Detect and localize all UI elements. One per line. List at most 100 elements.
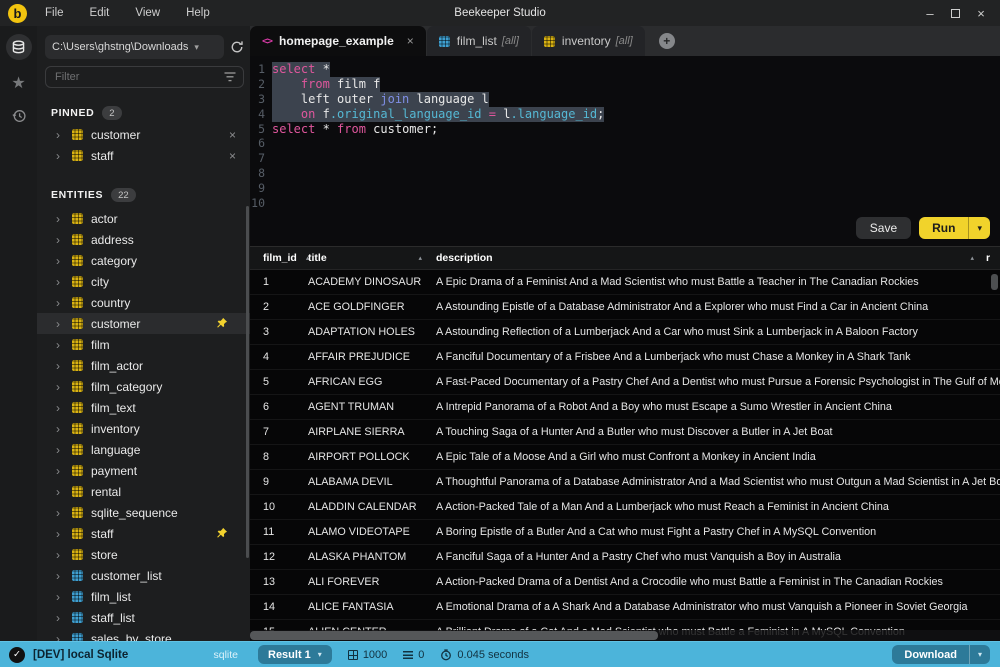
maximize-icon[interactable] [951, 9, 960, 18]
code-line[interactable]: 10 [250, 196, 1000, 211]
table-row[interactable]: 3 ADAPTATION HOLES A Astounding Reflecti… [250, 320, 1000, 345]
chevron-right-icon[interactable]: › [56, 129, 64, 141]
sidebar-entity-item[interactable]: › language [37, 439, 250, 460]
history-icon[interactable] [11, 108, 27, 124]
sidebar-entity-item[interactable]: › category [37, 250, 250, 271]
table-row[interactable]: 12 ALASKA PHANTOM A Fanciful Saga of a H… [250, 545, 1000, 570]
code-line[interactable]: 1select * [250, 62, 1000, 77]
pinned-item[interactable]: › customer × [37, 124, 250, 145]
chevron-right-icon[interactable]: › [56, 150, 64, 162]
close-tab-icon[interactable]: × [407, 34, 414, 48]
menu-item[interactable]: Edit [90, 7, 110, 19]
code-line[interactable]: 5select * from customer; [250, 122, 1000, 137]
vertical-scrollbar[interactable] [991, 274, 998, 290]
result-selector-button[interactable]: Result 1 ▾ [258, 645, 332, 664]
chevron-right-icon[interactable]: › [56, 465, 64, 477]
table-row[interactable]: 7 AIRPLANE SIERRA A Touching Saga of a H… [250, 420, 1000, 445]
run-label[interactable]: Run [919, 217, 968, 239]
menu-item[interactable]: File [45, 7, 64, 19]
chevron-right-icon[interactable]: › [56, 297, 64, 309]
sidebar-entity-item[interactable]: › film_category [37, 376, 250, 397]
sidebar-entity-item[interactable]: › film [37, 334, 250, 355]
column-header-film-id[interactable]: film_id ▴ [250, 252, 308, 264]
table-row[interactable]: 5 AFRICAN EGG A Fast-Paced Documentary o… [250, 370, 1000, 395]
chevron-right-icon[interactable]: › [56, 507, 64, 519]
download-button[interactable]: Download ▾ [892, 645, 990, 664]
table-row[interactable]: 2 ACE GOLDFINGER A Astounding Epistle of… [250, 295, 1000, 320]
sidebar-entity-item[interactable]: › customer [37, 313, 250, 334]
code-line[interactable]: 8 [250, 166, 1000, 181]
table-row[interactable]: 14 ALICE FANTASIA A Emotional Drama of a… [250, 595, 1000, 620]
menu-item[interactable]: Help [186, 7, 210, 19]
code-line[interactable]: 6 [250, 136, 1000, 151]
sidebar-entity-item[interactable]: › sqlite_sequence [37, 502, 250, 523]
column-header-partial[interactable]: r [986, 252, 1000, 264]
sidebar-entity-item[interactable]: › city [37, 271, 250, 292]
chevron-right-icon[interactable]: › [56, 528, 64, 540]
column-header-description[interactable]: description ▴ [436, 252, 986, 264]
code-line[interactable]: 3 left outer join language l [250, 92, 1000, 107]
table-row[interactable]: 9 ALABAMA DEVIL A Thoughtful Panorama of… [250, 470, 1000, 495]
chevron-right-icon[interactable]: › [56, 402, 64, 414]
table-row[interactable]: 10 ALADDIN CALENDAR A Action-Packed Tale… [250, 495, 1000, 520]
sidebar-entity-item[interactable]: › rental [37, 481, 250, 502]
sidebar-entity-item[interactable]: › inventory [37, 418, 250, 439]
chevron-right-icon[interactable]: › [56, 423, 64, 435]
chevron-right-icon[interactable]: › [56, 486, 64, 498]
sidebar-entity-item[interactable]: › actor [37, 208, 250, 229]
chevron-right-icon[interactable]: › [56, 318, 64, 330]
code-area[interactable]: 1select *2 from film f3 left outer join … [250, 62, 1000, 211]
chevron-right-icon[interactable]: › [56, 213, 64, 225]
run-button[interactable]: Run ▾ [919, 217, 990, 239]
sidebar-entity-item[interactable]: › staff [37, 523, 250, 544]
sidebar-entity-item[interactable]: › country [37, 292, 250, 313]
chevron-right-icon[interactable]: › [56, 612, 64, 624]
sidebar-entity-item[interactable]: › store [37, 544, 250, 565]
column-header-title[interactable]: title ▴ [308, 252, 436, 264]
tab-homepage-example[interactable]: <> homepage_example × [250, 26, 426, 56]
code-line[interactable]: 2 from film f [250, 77, 1000, 92]
tab-film-list[interactable]: film_list [all] [427, 26, 531, 56]
sidebar-entity-item[interactable]: › sales_by_store [37, 628, 250, 641]
sidebar-entity-item[interactable]: › film_list [37, 586, 250, 607]
favorites-star-icon[interactable]: ★ [11, 76, 25, 92]
chevron-right-icon[interactable]: › [56, 570, 64, 582]
unpin-close-icon[interactable]: × [229, 128, 236, 142]
refresh-icon[interactable] [230, 40, 244, 54]
close-window-icon[interactable]: × [974, 6, 988, 21]
table-row[interactable]: 11 ALAMO VIDEOTAPE A Boring Epistle of a… [250, 520, 1000, 545]
sidebar-scrollbar[interactable] [246, 206, 249, 558]
table-row[interactable]: 8 AIRPORT POLLOCK A Epic Tale of a Moose… [250, 445, 1000, 470]
pinned-item[interactable]: › staff × [37, 145, 250, 166]
chevron-right-icon[interactable]: › [56, 549, 64, 561]
pin-icon[interactable] [216, 527, 228, 539]
run-options-caret-icon[interactable]: ▾ [969, 217, 990, 239]
horizontal-scrollbar-thumb[interactable] [250, 631, 658, 640]
chevron-right-icon[interactable]: › [56, 360, 64, 372]
connection-selector[interactable]: C:\Users\ghstng\Downloads ▾ [45, 35, 224, 59]
sidebar-entity-item[interactable]: › payment [37, 460, 250, 481]
pin-icon[interactable] [216, 317, 228, 329]
chevron-right-icon[interactable]: › [56, 339, 64, 351]
save-button[interactable]: Save [856, 217, 911, 239]
menu-item[interactable]: View [135, 7, 160, 19]
table-row[interactable]: 13 ALI FOREVER A Action-Packed Drama of … [250, 570, 1000, 595]
table-row[interactable]: 1 ACADEMY DINOSAUR A Epic Drama of a Fem… [250, 270, 1000, 295]
chevron-right-icon[interactable]: › [56, 633, 64, 642]
database-nav-icon[interactable] [6, 34, 32, 60]
tab-inventory[interactable]: inventory [all] [532, 26, 645, 56]
chevron-right-icon[interactable]: › [56, 591, 64, 603]
horizontal-scrollbar-track[interactable] [250, 630, 1000, 641]
unpin-close-icon[interactable]: × [229, 149, 236, 163]
minimize-icon[interactable]: – [923, 6, 937, 21]
sidebar-entity-item[interactable]: › address [37, 229, 250, 250]
chevron-right-icon[interactable]: › [56, 255, 64, 267]
sidebar-entity-item[interactable]: › customer_list [37, 565, 250, 586]
chevron-right-icon[interactable]: › [56, 276, 64, 288]
chevron-right-icon[interactable]: › [56, 381, 64, 393]
code-line[interactable]: 7 [250, 151, 1000, 166]
chevron-right-icon[interactable]: › [56, 234, 64, 246]
table-row[interactable]: 4 AFFAIR PREJUDICE A Fanciful Documentar… [250, 345, 1000, 370]
sql-editor[interactable]: 1select *2 from film f3 left outer join … [250, 56, 1000, 246]
new-tab-button[interactable]: + [659, 33, 675, 49]
